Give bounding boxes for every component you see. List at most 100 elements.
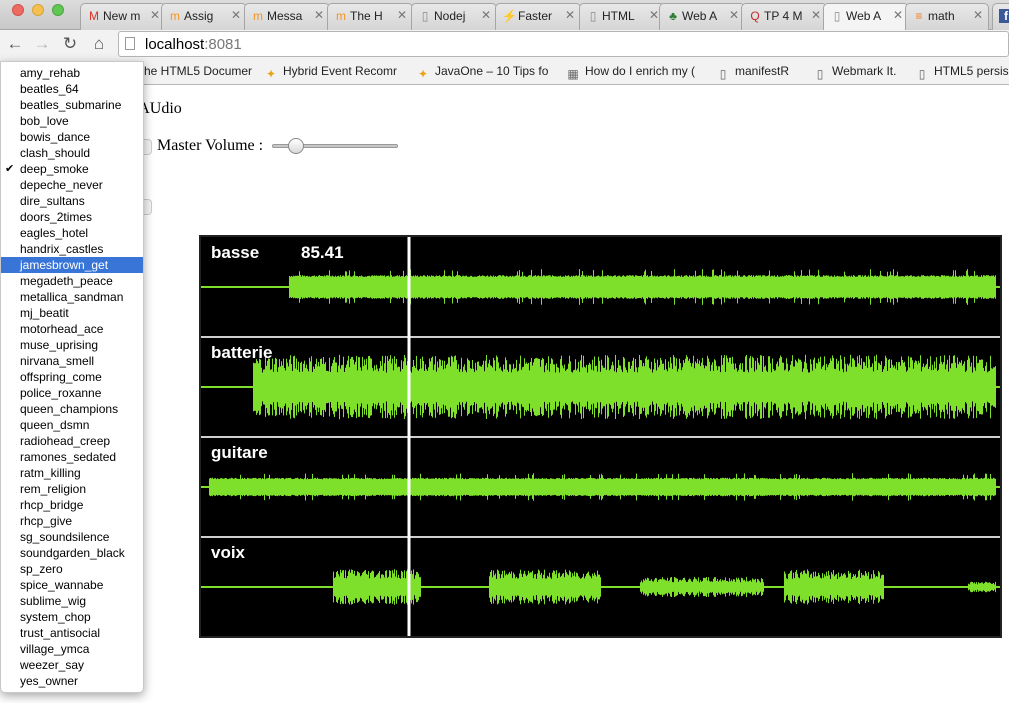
tab-label: Web A: [846, 9, 882, 23]
menu-item[interactable]: yes_owner: [1, 673, 143, 689]
close-tab-icon[interactable]: ✕: [811, 8, 821, 22]
menu-item[interactable]: depeche_never: [1, 177, 143, 193]
menu-item[interactable]: bob_love: [1, 113, 143, 129]
bookmark-item[interactable]: ▯ Webmark It.: [813, 64, 897, 81]
close-tab-icon[interactable]: ✕: [893, 8, 903, 22]
menu-item-label: sg_soundsilence: [20, 530, 110, 544]
menu-item[interactable]: muse_uprising: [1, 337, 143, 353]
menu-item[interactable]: handrix_castles: [1, 241, 143, 257]
close-tab-icon[interactable]: ✕: [973, 8, 983, 22]
page-icon: ▯: [816, 67, 824, 81]
page-icon: ▯: [833, 9, 841, 23]
tab-label: Nodej: [434, 9, 466, 23]
waveform-canvas[interactable]: basse batterie guitare voix 85.41: [199, 235, 1002, 638]
menu-item-label: system_chop: [20, 610, 91, 624]
bookmark-label: manifestR: [735, 64, 790, 78]
close-tab-icon[interactable]: ✕: [397, 8, 407, 22]
master-volume-slider[interactable]: [272, 138, 398, 154]
track-lane-guitare[interactable]: guitare: [201, 436, 1000, 501]
menu-item[interactable]: ✔ deep_smoke: [1, 161, 143, 177]
close-window-button[interactable]: [12, 4, 24, 16]
menu-item[interactable]: offspring_come: [1, 369, 143, 385]
close-tab-icon[interactable]: ✕: [150, 8, 160, 22]
track-lane-batterie[interactable]: batterie: [201, 336, 1000, 420]
bookmark-item[interactable]: ▦ How do I enrich my (: [566, 64, 695, 81]
tab-6[interactable]: ⚡ Faster ✕: [495, 3, 581, 30]
menu-item[interactable]: eagles_hotel: [1, 225, 143, 241]
waveform-basse: [289, 269, 996, 305]
menu-item[interactable]: village_ymca: [1, 641, 143, 657]
menu-item-label: ramones_sedated: [20, 450, 117, 464]
close-tab-icon[interactable]: ✕: [729, 8, 739, 22]
menu-item[interactable]: beatles_submarine: [1, 97, 143, 113]
tab-11[interactable]: ≡ math ✕: [905, 3, 989, 30]
tab-1[interactable]: M New m ✕: [80, 3, 166, 30]
tab-facebook[interactable]: f: [992, 3, 1009, 30]
facebook-icon: f: [999, 9, 1009, 23]
menu-item[interactable]: bowis_dance: [1, 129, 143, 145]
menu-item[interactable]: rhcp_bridge: [1, 497, 143, 513]
tab-9[interactable]: Q TP 4 M ✕: [741, 3, 827, 30]
bookmark-item[interactable]: he HTML5 Documer: [144, 64, 252, 78]
slider-thumb[interactable]: [288, 138, 305, 154]
menu-item[interactable]: trust_antisocial: [1, 625, 143, 641]
menu-item[interactable]: spice_wannabe: [1, 577, 143, 593]
menu-item[interactable]: beatles_64: [1, 81, 143, 97]
tab-2[interactable]: m Assig ✕: [161, 3, 247, 30]
close-tab-icon[interactable]: ✕: [481, 8, 491, 22]
reload-icon[interactable]: ↻: [59, 33, 81, 55]
track-name-guitare: guitare: [211, 443, 268, 462]
address-bar[interactable]: localhost:8081: [118, 31, 1009, 57]
menu-item-label: village_ymca: [20, 642, 90, 656]
menu-item[interactable]: queen_champions: [1, 401, 143, 417]
tab-4[interactable]: m The H ✕: [327, 3, 413, 30]
menu-item[interactable]: police_roxanne: [1, 385, 143, 401]
bookmark-item[interactable]: ✦ JavaOne – 10 Tips fo: [416, 64, 548, 81]
menu-item-label: eagles_hotel: [20, 226, 89, 240]
menu-item[interactable]: nirvana_smell: [1, 353, 143, 369]
track-lane-voix[interactable]: voix: [201, 536, 1000, 605]
menu-item[interactable]: rhcp_give: [1, 513, 143, 529]
menu-item[interactable]: queen_dsmn: [1, 417, 143, 433]
close-tab-icon[interactable]: ✕: [649, 8, 659, 22]
back-arrow-icon[interactable]: ←: [4, 33, 26, 55]
close-tab-icon[interactable]: ✕: [231, 8, 241, 22]
tab-label: Faster: [518, 9, 553, 23]
zoom-window-button[interactable]: [52, 4, 64, 16]
tab-7[interactable]: ▯ HTML ✕: [579, 3, 665, 30]
waveform-batterie: [253, 354, 996, 420]
menu-item[interactable]: doors_2times: [1, 209, 143, 225]
menu-item[interactable]: soundgarden_black: [1, 545, 143, 561]
track-name-batterie: batterie: [211, 343, 272, 362]
close-tab-icon[interactable]: ✕: [314, 8, 324, 22]
menu-item[interactable]: motorhead_ace: [1, 321, 143, 337]
song-select-menu[interactable]: amy_rehab beatles_64 beatles_submarine bob_…: [0, 61, 144, 693]
menu-item[interactable]: megadeth_peace: [1, 273, 143, 289]
bookmark-item[interactable]: ▯ manifestR: [716, 64, 789, 81]
menu-item[interactable]: weezer_say: [1, 657, 143, 673]
menu-item[interactable]: rem_religion: [1, 481, 143, 497]
minimize-window-button[interactable]: [32, 4, 44, 16]
tab-10[interactable]: ▯ Web A ✕: [823, 3, 909, 30]
tab-8[interactable]: ♣ Web A ✕: [659, 3, 745, 30]
menu-item[interactable]: dire_sultans: [1, 193, 143, 209]
menu-item[interactable]: mj_beatit: [1, 305, 143, 321]
menu-item[interactable]: sublime_wig: [1, 593, 143, 609]
menu-item[interactable]: system_chop: [1, 609, 143, 625]
bookmark-item[interactable]: ✦ Hybrid Event Recomr: [264, 64, 397, 81]
home-icon[interactable]: ⌂: [88, 33, 110, 55]
menu-item[interactable]: ratm_killing: [1, 465, 143, 481]
bookmark-item[interactable]: ▯ HTML5 persis: [915, 64, 1009, 81]
menu-item[interactable]: metallica_sandman: [1, 289, 143, 305]
menu-item[interactable]: radiohead_creep: [1, 433, 143, 449]
tab-3[interactable]: m Messa ✕: [244, 3, 330, 30]
menu-item[interactable]: sg_soundsilence: [1, 529, 143, 545]
menu-item[interactable]: amy_rehab: [1, 65, 143, 81]
menu-item[interactable]: sp_zero: [1, 561, 143, 577]
menu-item[interactable]: clash_should: [1, 145, 143, 161]
menu-item[interactable]: ramones_sedated: [1, 449, 143, 465]
forward-arrow-icon[interactable]: →: [31, 33, 53, 55]
close-tab-icon[interactable]: ✕: [565, 8, 575, 22]
menu-item[interactable]: jamesbrown_get: [1, 257, 143, 273]
tab-5[interactable]: ▯ Nodej ✕: [411, 3, 497, 30]
